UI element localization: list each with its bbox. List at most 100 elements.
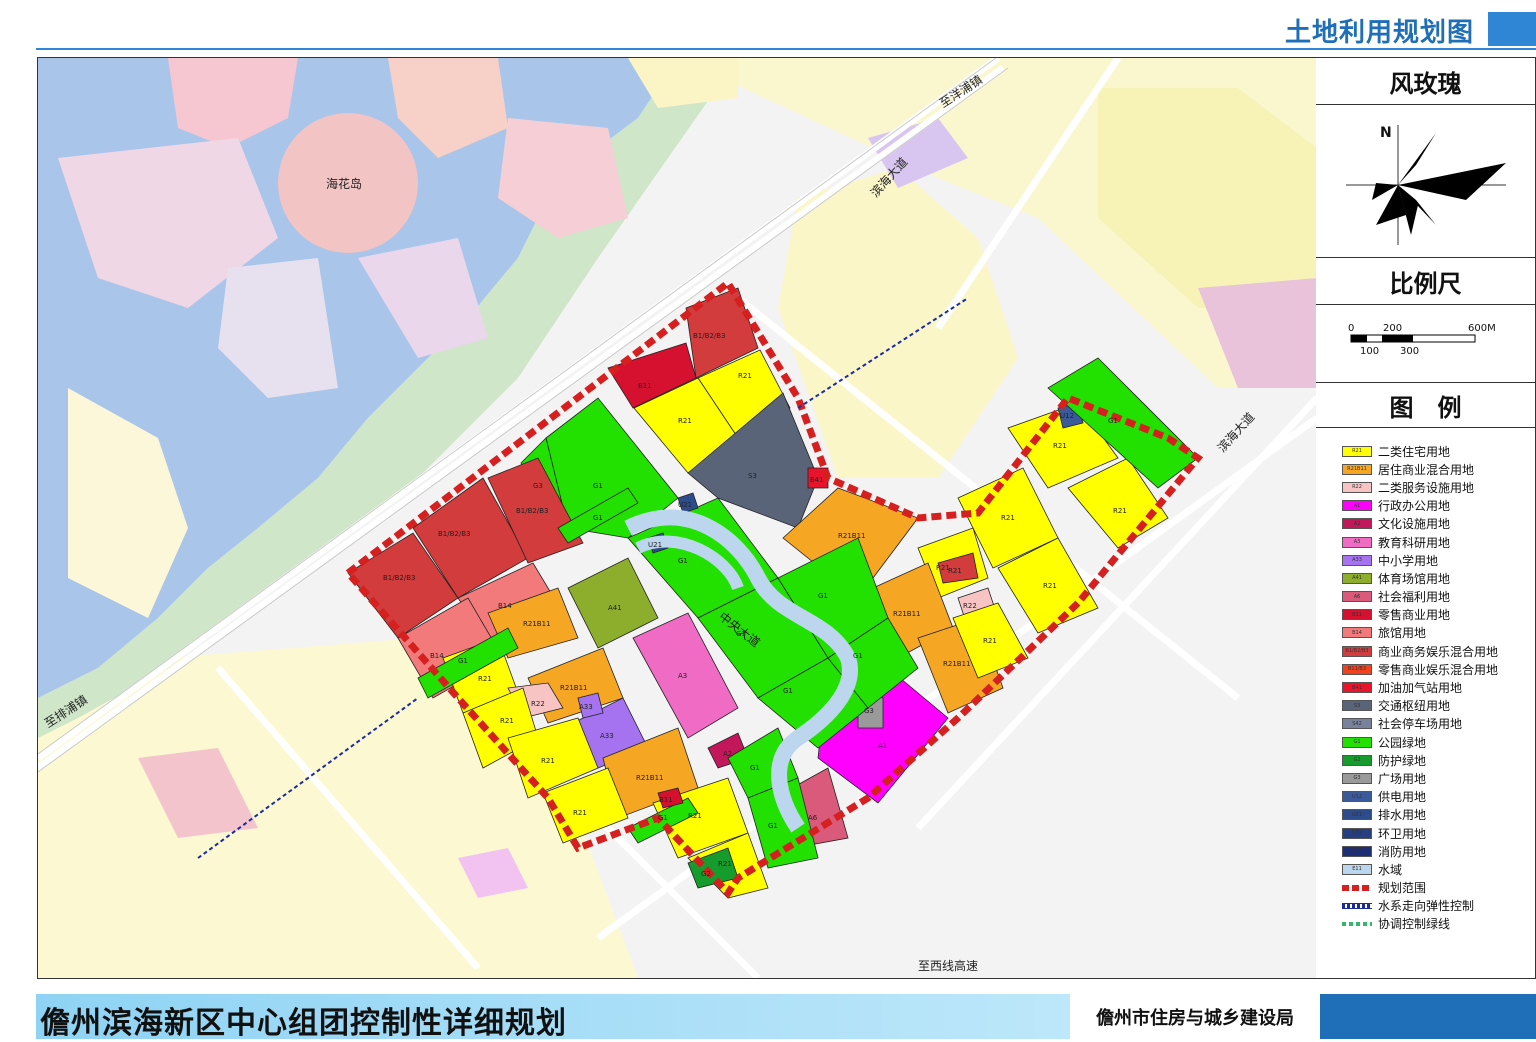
parcel-code: A33 bbox=[579, 703, 593, 711]
legend-swatch: U31 bbox=[1342, 845, 1372, 857]
wind-rose-title: 风玫瑰 bbox=[1316, 58, 1535, 105]
legend-item: S3 交通枢纽用地 bbox=[1342, 697, 1535, 715]
legend-item: A1 行政办公用地 bbox=[1342, 497, 1535, 515]
parcel-code: G1 bbox=[783, 687, 793, 695]
parcel-code: A3 bbox=[678, 672, 687, 680]
parcel-code: G1 bbox=[768, 822, 778, 830]
scale-bar-box: 0 200 600M 100 300 bbox=[1316, 305, 1535, 383]
legend-item: G3 广场用地 bbox=[1342, 769, 1535, 787]
legend-swatch: A1 bbox=[1342, 500, 1372, 512]
parcel-code: A6 bbox=[808, 814, 818, 822]
water-control-line-icon bbox=[1342, 902, 1372, 909]
parcel-code: A2 bbox=[723, 750, 732, 758]
legend-item: S42 社会停车场用地 bbox=[1342, 715, 1535, 733]
legend-label: 零售商业用地 bbox=[1378, 608, 1451, 623]
legend-label: 公园绿地 bbox=[1378, 735, 1427, 750]
scale-200: 200 bbox=[1383, 323, 1402, 334]
legend-label: 二类住宅用地 bbox=[1378, 444, 1451, 459]
legend-item: A2 文化设施用地 bbox=[1342, 515, 1535, 533]
legend-swatch: G1 bbox=[1342, 736, 1372, 748]
legend-label: 广场用地 bbox=[1378, 771, 1427, 786]
title-bar: 土地利用规划图 bbox=[0, 0, 1536, 52]
parcel-code: U21 bbox=[678, 501, 692, 509]
parcel-code: R21 bbox=[1043, 582, 1057, 590]
label-road-south: 至西线高速 bbox=[918, 958, 978, 973]
legend-label: 社会停车场用地 bbox=[1378, 717, 1463, 732]
legend-item: 协调控制绿线 bbox=[1342, 915, 1535, 933]
parcel-code: R22 bbox=[963, 602, 977, 610]
parcel-code: G1 bbox=[750, 764, 760, 772]
parcel-code: R21 bbox=[983, 637, 997, 645]
legend-label: 水系走向弹性控制 bbox=[1378, 899, 1475, 914]
legend-item: 水系走向弹性控制 bbox=[1342, 897, 1535, 915]
legend-swatch: B11 bbox=[1342, 609, 1372, 621]
parcel-code: B11 bbox=[659, 796, 673, 804]
legend-item: B41 加油加气站用地 bbox=[1342, 678, 1535, 696]
legend-item: B11/B3 零售商业娱乐混合用地 bbox=[1342, 660, 1535, 678]
boundary-line-icon bbox=[1342, 884, 1372, 891]
legend-item: U21 排水用地 bbox=[1342, 806, 1535, 824]
parcel-code: R21B11 bbox=[893, 610, 920, 618]
parcel-code: U12 bbox=[1060, 412, 1074, 420]
parcel-code: R21 bbox=[718, 860, 732, 868]
legend-label: 文化设施用地 bbox=[1378, 517, 1451, 532]
parcel-code: R21 bbox=[500, 717, 514, 725]
parcel-code: B1/B2/B3 bbox=[383, 574, 415, 582]
legend-item: G2 防护绿地 bbox=[1342, 751, 1535, 769]
scale-600: 600M bbox=[1468, 323, 1496, 334]
legend-label: 旅馆用地 bbox=[1378, 626, 1427, 641]
legend-swatch: A3 bbox=[1342, 536, 1372, 548]
legend-item: A3 教育科研用地 bbox=[1342, 533, 1535, 551]
parcel-code: R21 bbox=[1113, 507, 1127, 515]
parcel-code: A41 bbox=[608, 604, 622, 612]
legend-label: 水域 bbox=[1378, 862, 1403, 877]
scale-100: 100 bbox=[1360, 346, 1379, 357]
legend-swatch: A41 bbox=[1342, 572, 1372, 584]
parcel-code: R21B11 bbox=[636, 774, 663, 782]
side-panel: 风玫瑰 N 比例尺 0 200 600M 100 300 图 例 R21 二类住宅… bbox=[1316, 57, 1536, 979]
scale-title: 比例尺 bbox=[1316, 258, 1535, 305]
footer-accent-block bbox=[1320, 994, 1536, 1039]
legend-item: B14 旅馆用地 bbox=[1342, 624, 1535, 642]
legend-item: B1/B2/B3 商业商务娱乐混合用地 bbox=[1342, 642, 1535, 660]
scale-zero: 0 bbox=[1348, 323, 1354, 334]
parcel-code: B1/B2/B3 bbox=[693, 332, 725, 340]
legend-swatch: B11/B3 bbox=[1342, 663, 1372, 675]
legend-item: R22 二类服务设施用地 bbox=[1342, 478, 1535, 496]
parcel-code: G3 bbox=[533, 482, 543, 490]
parcel-code: B1/B2/B3 bbox=[516, 507, 548, 515]
parcel-code: R21 bbox=[688, 812, 702, 820]
legend-label: 排水用地 bbox=[1378, 808, 1427, 823]
legend-list: R21 二类住宅用地 R21B11 居住商业混合用地 R22 二类服务设施用地 A1 行… bbox=[1316, 428, 1535, 933]
wind-rose-box: N bbox=[1316, 105, 1535, 258]
legend-swatch: G2 bbox=[1342, 754, 1372, 766]
land-use-map[interactable]: 海花岛 至洋浦镇 至排浦镇 至西线高速 滨海大道 滨海大道 中央大道 B1/B2… bbox=[37, 57, 1318, 979]
parcel-code: R21 bbox=[678, 417, 692, 425]
wind-rose-icon: N bbox=[1346, 125, 1506, 245]
map-canvas: 海花岛 至洋浦镇 至排浦镇 至西线高速 滨海大道 滨海大道 中央大道 B1/B2… bbox=[38, 58, 1317, 978]
legend-label: 环卫用地 bbox=[1378, 826, 1427, 841]
legend-swatch: R21 bbox=[1342, 445, 1372, 457]
parcel-code: G1 bbox=[736, 630, 746, 638]
legend-swatch: E11 bbox=[1342, 863, 1372, 875]
parcel-code: B14 bbox=[430, 652, 444, 660]
legend-swatch: A33 bbox=[1342, 554, 1372, 566]
parcel-code: R21 bbox=[948, 567, 962, 575]
plan-title: 儋州滨海新区中心组团控制性详细规划 bbox=[40, 1006, 567, 1041]
legend-swatch: S3 bbox=[1342, 700, 1372, 712]
parcel-code: R21 bbox=[541, 757, 555, 765]
legend-label: 中小学用地 bbox=[1378, 553, 1439, 568]
legend-swatch: B1/B2/B3 bbox=[1342, 645, 1372, 657]
parcel-code: R21B11 bbox=[560, 684, 587, 692]
legend-swatch: A2 bbox=[1342, 518, 1372, 530]
parcel-code: A33 bbox=[600, 732, 614, 740]
parcel-code: G1 bbox=[593, 514, 603, 522]
legend-item: U22 环卫用地 bbox=[1342, 824, 1535, 842]
legend-swatch: B41 bbox=[1342, 682, 1372, 694]
parcel-code: G1 bbox=[853, 652, 863, 660]
parcel-code: G1 bbox=[658, 814, 668, 822]
parcel-code: G1 bbox=[1108, 417, 1118, 425]
legend-label: 社会福利用地 bbox=[1378, 590, 1451, 605]
legend-swatch: R21B11 bbox=[1342, 463, 1372, 475]
parcel-code: U21 bbox=[648, 541, 662, 549]
